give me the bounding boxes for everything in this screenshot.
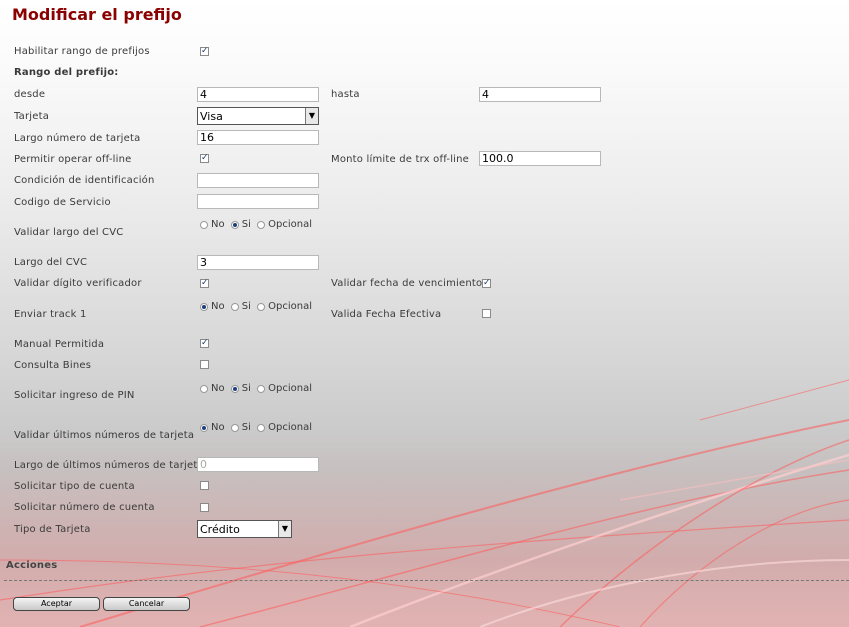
validar-fecha-vencimiento-label: Validar fecha de vencimiento <box>331 278 483 289</box>
page-title: Modificar el prefijo <box>12 5 182 24</box>
radio-label-si: Si <box>241 219 251 230</box>
chevron-down-icon[interactable]: ▼ <box>305 108 318 124</box>
valida-fecha-efectiva-label: Valida Fecha Efectiva <box>331 309 442 320</box>
radio-si[interactable] <box>230 384 239 393</box>
largo-cvc-input[interactable] <box>197 255 319 270</box>
permitir-offline-checkbox[interactable]: ✓ <box>200 154 209 163</box>
monto-limite-label: Monto límite de trx off-line <box>331 154 470 165</box>
radio-no[interactable] <box>200 220 208 229</box>
solicitar-numero-cuenta-checkbox[interactable] <box>200 503 209 512</box>
tarjeta-select[interactable]: Visa ▼ <box>197 107 319 125</box>
tipo-tarjeta-value: Crédito <box>200 523 240 536</box>
radio-label-no: No <box>211 219 225 230</box>
consulta-bines-checkbox[interactable] <box>200 360 209 369</box>
largo-cvc-label: Largo del CVC <box>14 257 88 268</box>
enviar-track1-label: Enviar track 1 <box>14 309 87 320</box>
radio-label-no: No <box>211 422 225 433</box>
condicion-identificacion-input[interactable] <box>197 173 319 188</box>
divider <box>4 580 849 581</box>
tipo-tarjeta-label: Tipo de Tarjeta <box>14 524 91 535</box>
radio-si[interactable] <box>230 220 239 229</box>
radio-opcional[interactable] <box>257 302 266 311</box>
validar-ultimos-label: Validar últimos números de tarjeta <box>14 430 195 441</box>
radio-label-no: No <box>211 301 225 312</box>
chevron-down-icon[interactable]: ▼ <box>278 521 291 537</box>
radio-label-opcional: Opcional <box>268 422 312 433</box>
radio-label-si: Si <box>241 383 251 394</box>
manual-permitida-label: Manual Permitida <box>14 339 105 350</box>
radio-label-no: No <box>211 383 225 394</box>
validar-largo-cvc-label: Validar largo del CVC <box>14 227 124 238</box>
condicion-identificacion-label: Condición de identificación <box>14 175 155 186</box>
habilitar-rango-checkbox[interactable]: ✓ <box>200 47 209 56</box>
largo-numero-label: Largo número de tarjeta <box>14 133 141 144</box>
solicitar-pin-radio-group: No Si Opcional <box>200 383 315 397</box>
hasta-input[interactable] <box>479 87 601 102</box>
validar-digito-label: Validar dígito verificador <box>14 278 142 289</box>
habilitar-rango-label: Habilitar rango de prefijos <box>14 46 150 57</box>
consulta-bines-label: Consulta Bines <box>14 360 92 371</box>
radio-no[interactable] <box>200 384 208 393</box>
radio-label-si: Si <box>241 301 251 312</box>
radio-label-opcional: Opcional <box>268 219 312 230</box>
validar-fecha-vencimiento-checkbox[interactable]: ✓ <box>482 279 491 288</box>
largo-numero-input[interactable] <box>197 130 319 145</box>
check-icon: ✓ <box>483 278 491 288</box>
solicitar-numero-cuenta-label: Solicitar número de cuenta <box>14 502 155 513</box>
monto-limite-input[interactable] <box>479 151 601 166</box>
radio-si[interactable] <box>230 302 239 311</box>
permitir-offline-label: Permitir operar off-line <box>14 154 132 165</box>
check-icon: ✓ <box>201 338 209 348</box>
tarjeta-label: Tarjeta <box>14 111 50 122</box>
validar-largo-cvc-radio-group: No Si Opcional <box>200 219 315 233</box>
validar-digito-checkbox[interactable]: ✓ <box>200 279 209 288</box>
valida-fecha-efectiva-checkbox[interactable] <box>482 309 491 318</box>
hasta-label: hasta <box>331 89 360 100</box>
codigo-servicio-input[interactable] <box>197 194 319 209</box>
desde-label: desde <box>14 89 46 100</box>
solicitar-pin-label: Solicitar ingreso de PIN <box>14 390 135 401</box>
codigo-servicio-label: Codigo de Servicio <box>14 197 111 208</box>
solicitar-tipo-cuenta-checkbox[interactable] <box>200 481 209 490</box>
tarjeta-value: Visa <box>200 110 223 123</box>
radio-label-opcional: Opcional <box>268 383 312 394</box>
solicitar-tipo-cuenta-label: Solicitar tipo de cuenta <box>14 481 135 492</box>
cancelar-button[interactable]: Cancelar <box>103 597 190 611</box>
aceptar-button[interactable]: Aceptar <box>13 597 100 611</box>
radio-no[interactable] <box>200 302 208 311</box>
desde-input[interactable] <box>197 87 319 102</box>
radio-si[interactable] <box>230 423 239 432</box>
check-icon: ✓ <box>201 278 209 288</box>
check-icon: ✓ <box>201 153 209 163</box>
radio-opcional[interactable] <box>257 220 266 229</box>
radio-label-opcional: Opcional <box>268 301 312 312</box>
validar-ultimos-radio-group: No Si Opcional <box>200 422 315 436</box>
radio-opcional[interactable] <box>257 384 266 393</box>
radio-opcional[interactable] <box>257 423 266 432</box>
manual-permitida-checkbox[interactable]: ✓ <box>200 339 209 348</box>
largo-ultimos-input[interactable] <box>197 457 319 472</box>
acciones-heading: Acciones <box>6 560 58 571</box>
check-icon: ✓ <box>201 46 209 56</box>
tipo-tarjeta-select[interactable]: Crédito ▼ <box>197 520 292 538</box>
largo-ultimos-label: Largo de últimos números de tarjeta <box>14 460 204 471</box>
radio-no[interactable] <box>200 423 208 432</box>
radio-label-si: Si <box>241 422 251 433</box>
rango-heading: Rango del prefijo: <box>14 67 119 78</box>
enviar-track1-radio-group: No Si Opcional <box>200 301 315 315</box>
